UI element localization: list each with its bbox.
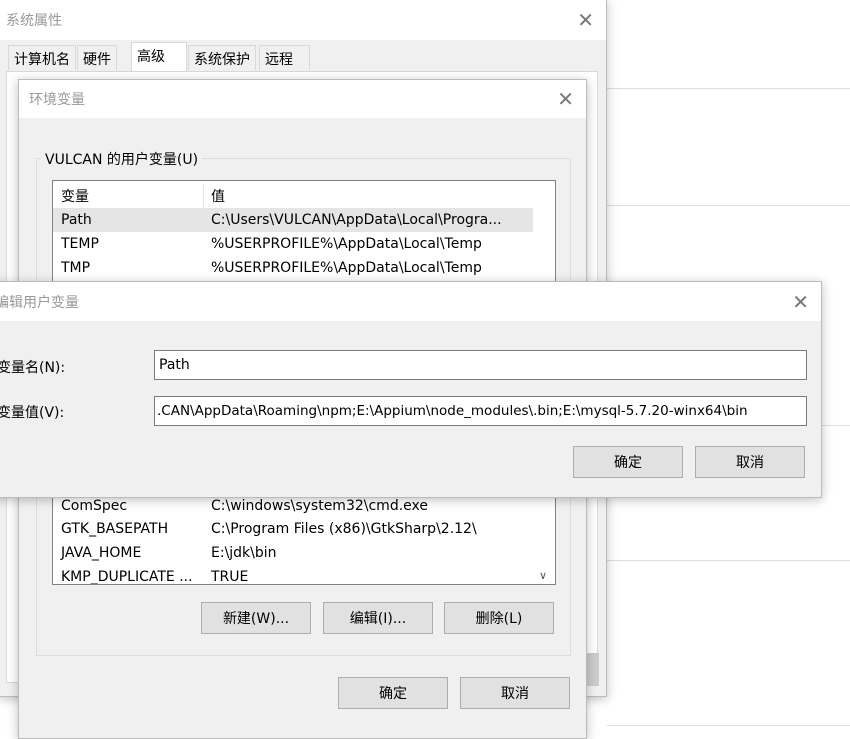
hidden-button-edge xyxy=(586,653,599,686)
table-row[interactable]: Path C:\Users\VULCAN\AppData\Local\Progr… xyxy=(53,208,533,232)
row-name: Path xyxy=(61,212,92,228)
variable-name-label: 变量名(N): xyxy=(0,360,66,376)
table-row[interactable]: TEMP %USERPROFILE%\AppData\Local\Temp xyxy=(53,232,533,256)
ok-button[interactable]: 确定 xyxy=(338,677,448,709)
row-value: E:\jdk\bin xyxy=(211,545,277,561)
tab-hardware[interactable]: 硬件 xyxy=(77,45,117,70)
title-bar: 环境变量 ✕ xyxy=(19,80,586,118)
background-divider xyxy=(607,205,850,206)
delete-button[interactable]: 删除(L) xyxy=(444,602,554,634)
row-value: C:\windows\system32\cmd.exe xyxy=(211,498,428,514)
cancel-button[interactable]: 取消 xyxy=(460,677,570,709)
row-value: C:\Users\VULCAN\AppData\Local\Progra... xyxy=(211,212,502,228)
row-value: TRUE xyxy=(211,569,249,585)
column-header-value[interactable]: 值 xyxy=(211,186,225,206)
dialog-title: 编辑用户变量 xyxy=(0,294,79,311)
title-bar: 编辑用户变量 ✕ xyxy=(0,282,821,321)
tab-system-protection[interactable]: 系统保护 xyxy=(188,45,256,70)
row-name: GTK_BASEPATH xyxy=(61,521,169,537)
ok-button[interactable]: 确定 xyxy=(573,446,683,478)
row-name: TMP xyxy=(61,260,91,276)
table-row[interactable]: KMP_DUPLICATE ... TRUE xyxy=(53,565,533,585)
cancel-button[interactable]: 取消 xyxy=(695,446,805,478)
row-value: %USERPROFILE%\AppData\Local\Temp xyxy=(211,236,482,252)
row-name: JAVA_HOME xyxy=(61,545,142,561)
row-name: ComSpec xyxy=(61,498,128,514)
tab-advanced[interactable]: 高级 xyxy=(131,42,187,71)
close-icon[interactable]: ✕ xyxy=(792,292,809,312)
edit-user-variable-dialog: 编辑用户变量 ✕ 变量名(N): Path 变量值(V): .CAN\AppDa… xyxy=(0,281,822,498)
list-header: 变量 值 xyxy=(53,184,533,208)
tab-computer-name[interactable]: 计算机名 xyxy=(8,45,76,70)
variable-name-input[interactable]: Path xyxy=(154,350,807,380)
table-row[interactable]: TMP %USERPROFILE%\AppData\Local\Temp xyxy=(53,256,533,280)
variable-value-label: 变量值(V): xyxy=(0,405,65,421)
window-title: 系统属性 xyxy=(6,13,62,29)
chevron-down-icon[interactable]: ∨ xyxy=(539,569,547,582)
column-header-variable[interactable]: 变量 xyxy=(61,186,89,206)
tab-remote[interactable]: 远程 xyxy=(259,45,310,70)
row-value: C:\Program Files (x86)\GtkSharp\2.12\ xyxy=(211,521,477,537)
row-name: KMP_DUPLICATE ... xyxy=(61,569,193,585)
background-divider xyxy=(607,725,850,726)
table-row[interactable]: JAVA_HOME E:\jdk\bin xyxy=(53,541,533,565)
variable-value-input[interactable]: .CAN\AppData\Roaming\npm;E:\Appium\node_… xyxy=(154,396,807,426)
new-button[interactable]: 新建(W)... xyxy=(201,602,311,634)
row-value: %USERPROFILE%\AppData\Local\Temp xyxy=(211,260,482,276)
title-bar: 系统属性 ✕ xyxy=(0,0,606,40)
dialog-title: 环境变量 xyxy=(29,92,85,108)
close-icon[interactable]: ✕ xyxy=(557,89,574,109)
background-divider xyxy=(607,560,850,561)
edit-button[interactable]: 编辑(I)... xyxy=(323,602,433,634)
row-name: TEMP xyxy=(61,236,99,252)
background-divider xyxy=(607,88,850,89)
table-row[interactable]: GTK_BASEPATH C:\Program Files (x86)\GtkS… xyxy=(53,517,533,541)
close-icon[interactable]: ✕ xyxy=(577,10,594,30)
user-variables-label: VULCAN 的用户变量(U) xyxy=(41,149,203,169)
